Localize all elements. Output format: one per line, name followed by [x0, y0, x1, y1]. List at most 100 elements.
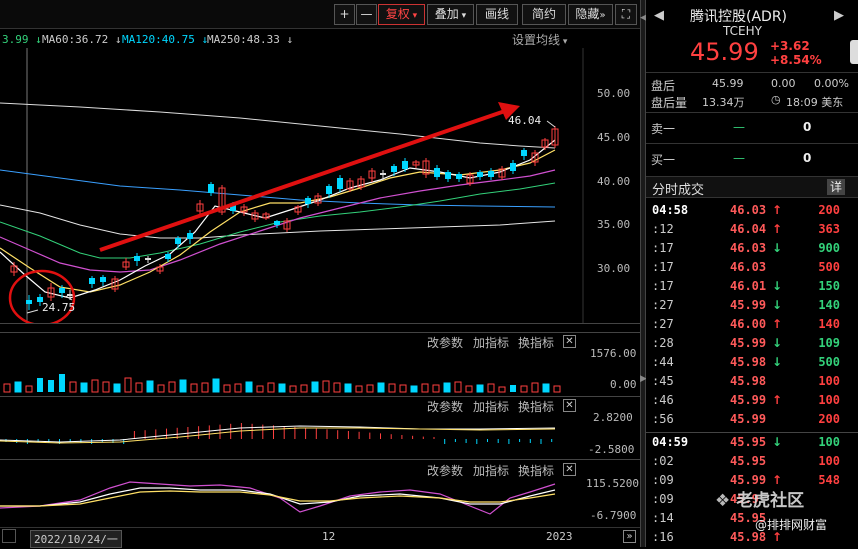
tick-time: :09	[652, 473, 674, 487]
watermark-source: @排排网财富	[755, 518, 828, 532]
divider	[0, 323, 640, 324]
tick-volume: 363	[818, 222, 840, 236]
stock-ticker: TCEHY	[723, 24, 762, 38]
tick-volume: 100	[818, 454, 840, 468]
arrow-down-icon: ↓	[772, 241, 783, 255]
scroll-left-button[interactable]	[2, 529, 16, 543]
tick-volume: 150	[818, 279, 840, 293]
hide-label: 隐藏	[575, 7, 600, 21]
tick-row: :27 45.99 ↓ 140	[646, 298, 858, 317]
ma250-value: MA250:48.33 ↓	[207, 33, 294, 46]
zoom-out-button[interactable]: —	[356, 4, 377, 25]
tick-price: 45.99	[730, 473, 767, 487]
ticks-detail-button[interactable]: 详	[827, 179, 845, 195]
price-tick-35: 35.00	[597, 218, 631, 231]
tick-time: :56	[652, 412, 674, 426]
divider	[0, 332, 640, 333]
arrow-down-icon: ↓	[772, 336, 783, 350]
after-hours-vol-label: 盘后量	[651, 96, 688, 110]
price-tick-45: 45.00	[597, 131, 631, 144]
tick-time: :09	[652, 492, 674, 506]
tick-row: 04:59 45.95 ↓ 100	[646, 435, 858, 454]
divider	[0, 396, 640, 397]
draw-line-button[interactable]: 画线	[476, 4, 518, 25]
expand-tab[interactable]	[850, 40, 858, 64]
scroll-right-icon[interactable]: »	[623, 530, 636, 543]
tick-time: :02	[652, 454, 674, 468]
vol-tick-zero: 0.00	[610, 378, 637, 391]
tick-volume: 200	[818, 412, 840, 426]
tick-price: 46.03	[730, 203, 767, 217]
candles	[10, 126, 559, 310]
tick-row: :12 46.04 ↑ 363	[646, 222, 858, 241]
kline-chart[interactable]	[0, 48, 640, 323]
vol-tick-max: 1576.00	[590, 347, 637, 360]
chevron-down-icon: ▾	[458, 11, 467, 21]
switch-indicator-button[interactable]: 换指标	[518, 334, 554, 351]
switch-indicator-button[interactable]: 换指标	[518, 398, 554, 415]
kdj-chart	[0, 481, 556, 515]
arrow-up-icon: ↑	[772, 393, 783, 407]
hide-button[interactable]: 隐藏»	[568, 4, 613, 25]
tick-price: 46.03	[730, 260, 767, 274]
adjust-label: 复权	[385, 7, 410, 21]
tick-time: :46	[652, 393, 674, 407]
double-chevron-right-icon: »	[599, 10, 606, 21]
close-icon[interactable]: ✕	[563, 335, 576, 348]
ma-partial: 3.99 ↓	[2, 33, 42, 46]
tick-time: :17	[652, 279, 674, 293]
change-params-button[interactable]: 改参数	[427, 398, 463, 415]
add-indicator-button[interactable]: 加指标	[473, 334, 509, 351]
simple-button[interactable]: 简约	[522, 4, 566, 25]
tick-volume: 109	[818, 336, 840, 350]
watermark-tiger-text: 老虎社区	[736, 491, 805, 511]
overlay-button[interactable]: 叠加 ▾	[427, 4, 474, 25]
ma-settings-button[interactable]: 设置均线 ▾	[512, 31, 567, 48]
next-stock-icon[interactable]: ▶	[834, 8, 844, 23]
fullscreen-button[interactable]: ⛶	[615, 4, 637, 25]
volume-chart	[3, 374, 561, 393]
tick-time: :45	[652, 374, 674, 388]
ma5-line	[0, 139, 556, 299]
close-icon[interactable]: ✕	[563, 399, 576, 412]
tick-row: :02 45.95 100	[646, 454, 858, 473]
change-params-button[interactable]: 改参数	[427, 334, 463, 351]
stock-price: 45.99	[690, 38, 759, 66]
tick-volume: 100	[818, 374, 840, 388]
zoom-in-button[interactable]: +	[334, 4, 355, 25]
macd-tick-max: 2.8200	[593, 411, 633, 424]
arrow-up-icon: ↑	[772, 222, 783, 236]
close-icon[interactable]: ✕	[563, 463, 576, 476]
high-annotation: 46.04	[508, 114, 542, 127]
tick-time: :17	[652, 241, 674, 255]
tick-volume: 548	[818, 473, 840, 487]
trend-arrow	[99, 109, 506, 252]
tick-volume: 100	[818, 435, 840, 449]
fullscreen-icon: ⛶	[621, 7, 631, 21]
stock-change: +3.62	[770, 39, 810, 53]
sell1-vol: 0	[803, 120, 812, 134]
chevron-down-icon: ▾	[409, 11, 418, 21]
price-tick-40: 40.00	[597, 175, 631, 188]
tick-row: :17 46.03 500	[646, 260, 858, 279]
after-hours-vol: 13.34万	[702, 96, 745, 109]
tick-volume: 500	[818, 260, 840, 274]
tick-price: 45.99	[730, 412, 767, 426]
tick-time: 04:58	[652, 203, 689, 217]
tick-time: :16	[652, 530, 674, 544]
tick-time: :17	[652, 260, 674, 274]
divider	[646, 143, 858, 144]
kdj-tick-min: -6.7900	[590, 509, 637, 522]
kdj-tick-max: 115.5200	[586, 477, 639, 490]
ma-settings-label: 设置均线	[512, 33, 561, 47]
tick-price: 46.04	[730, 222, 767, 236]
tick-volume: 900	[818, 241, 840, 255]
tick-price: 45.99	[730, 336, 767, 350]
arrow-up-icon: ↑	[772, 317, 783, 331]
tick-time: :27	[652, 298, 674, 312]
add-indicator-button[interactable]: 加指标	[473, 398, 509, 415]
tick-row: :27 46.00 ↑ 140	[646, 317, 858, 336]
adjust-button[interactable]: 复权 ▾	[378, 4, 425, 25]
tick-time: :12	[652, 222, 674, 236]
prev-stock-icon[interactable]: ◀	[654, 8, 664, 23]
